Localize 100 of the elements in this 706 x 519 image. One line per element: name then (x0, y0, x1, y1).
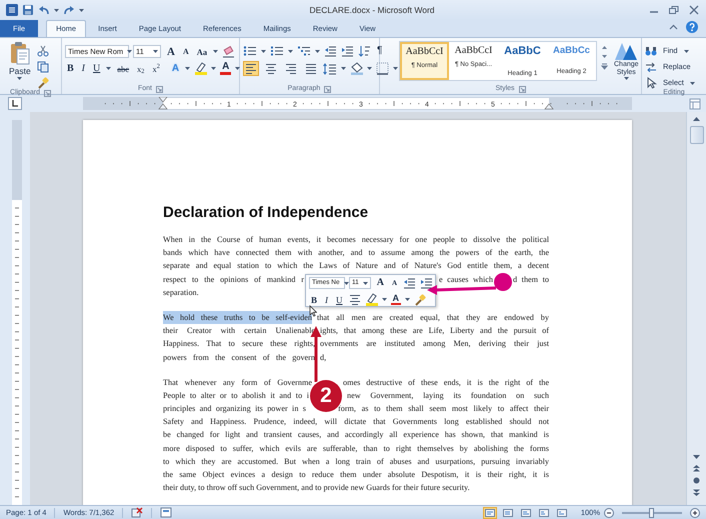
superscript-button[interactable]: x$^{2}$ (150, 62, 162, 74)
caret-icon[interactable] (211, 67, 216, 70)
caret-icon[interactable] (624, 77, 629, 80)
dialog-launcher-icon[interactable] (518, 86, 526, 92)
view-button[interactable] (554, 506, 569, 518)
bullets-icon[interactable] (243, 45, 257, 57)
borders-icon[interactable] (376, 62, 389, 75)
grow-font-button[interactable]: A (165, 46, 177, 58)
restore-icon[interactable] (668, 5, 680, 15)
shrink-font-button[interactable]: A (180, 46, 191, 58)
alignment-button[interactable] (303, 61, 319, 76)
view-button[interactable] (500, 506, 515, 518)
gallery-more-icon[interactable] (601, 63, 608, 70)
macro-recording-icon[interactable] (160, 507, 172, 518)
decrease-indent-icon[interactable] (403, 277, 416, 289)
font-color-button[interactable]: A (220, 62, 232, 75)
subscript-button[interactable]: x$_{2}$ (135, 62, 146, 74)
alignment-button[interactable] (263, 61, 279, 76)
scissors-icon[interactable] (36, 45, 49, 57)
caret-icon[interactable] (213, 50, 218, 53)
caret-icon[interactable] (235, 67, 240, 70)
multilevel-list-icon[interactable] (297, 45, 311, 57)
gallery-up-icon[interactable] (601, 45, 608, 50)
caret-icon[interactable] (17, 77, 22, 80)
next-page-icon[interactable] (692, 489, 701, 497)
indent-marker[interactable] (544, 104, 554, 110)
caret-icon[interactable] (382, 298, 387, 301)
change-case-button[interactable]: Aa (194, 46, 210, 58)
collapse-ribbon-icon[interactable] (669, 24, 678, 30)
caret-icon[interactable] (79, 8, 84, 12)
paint-bucket-icon[interactable] (350, 62, 363, 75)
caret-icon[interactable] (684, 50, 689, 52)
caret-icon[interactable] (405, 298, 410, 301)
zoom-slider-thumb[interactable] (649, 508, 654, 518)
clipboard-icon[interactable] (8, 41, 31, 65)
caret-icon[interactable] (362, 282, 368, 284)
dialog-launcher-icon[interactable] (44, 90, 51, 97)
zoom-in-icon[interactable] (690, 508, 700, 518)
italic-button[interactable]: I (323, 294, 330, 304)
tab-stop-icon[interactable] (8, 97, 22, 110)
brush-icon[interactable] (36, 77, 49, 89)
caret-icon[interactable] (261, 50, 266, 52)
caret-icon[interactable] (185, 67, 190, 70)
redo-icon[interactable] (63, 5, 75, 15)
replace-icon[interactable] (645, 62, 657, 72)
caret-icon[interactable] (690, 82, 695, 84)
grow-font-button[interactable]: A (374, 278, 386, 288)
show-marks-button[interactable]: ¶ (375, 45, 384, 57)
font-color-button[interactable]: A (390, 294, 402, 305)
increase-indent-icon[interactable] (341, 45, 354, 57)
numbering-icon[interactable] (270, 45, 284, 57)
gallery-down-icon[interactable] (601, 54, 608, 59)
caret-icon[interactable] (344, 282, 349, 284)
proofing-book-icon[interactable] (131, 507, 144, 518)
italic-button[interactable]: I (80, 62, 88, 74)
caret-icon[interactable] (127, 50, 132, 53)
underline-button[interactable]: U (91, 62, 102, 74)
help-icon[interactable] (686, 21, 698, 33)
alignment-button[interactable] (283, 61, 299, 76)
caret-icon[interactable] (315, 50, 320, 52)
increase-indent-icon[interactable] (420, 277, 434, 289)
word-logo-icon[interactable] (6, 4, 18, 16)
alignment-button[interactable] (243, 61, 259, 76)
paste-button[interactable]: Paste (7, 65, 33, 77)
view-button[interactable] (482, 506, 497, 518)
caret-icon[interactable] (153, 50, 158, 53)
align-center-icon[interactable] (348, 294, 361, 305)
highlighter-icon[interactable] (194, 62, 208, 75)
highlighter-icon[interactable] (364, 293, 378, 306)
caret-icon[interactable] (106, 67, 112, 70)
dialog-launcher-icon[interactable] (156, 86, 163, 92)
scroll-thumb[interactable] (690, 126, 704, 144)
view-button[interactable] (518, 506, 533, 518)
close-icon[interactable] (688, 5, 700, 15)
bold-button[interactable]: B (309, 294, 320, 304)
zoom-out-icon[interactable] (604, 508, 614, 518)
dialog-launcher-icon[interactable] (324, 86, 332, 92)
caret-icon[interactable] (341, 67, 346, 70)
strikethrough-button[interactable]: abc (115, 62, 132, 74)
scroll-down-icon[interactable] (692, 454, 701, 460)
indent-marker[interactable] (158, 97, 168, 110)
bold-button[interactable]: B (65, 62, 76, 74)
save-icon[interactable] (22, 4, 34, 16)
binoculars-icon[interactable] (645, 46, 657, 56)
cursor-arrow-icon[interactable] (645, 77, 657, 89)
change-styles-icon[interactable] (614, 41, 638, 61)
caret-icon[interactable] (367, 67, 372, 70)
underline-button[interactable]: U (334, 294, 345, 304)
decrease-indent-icon[interactable] (324, 45, 337, 57)
previous-page-icon[interactable] (692, 464, 701, 472)
line-spacing-icon[interactable] (323, 62, 337, 74)
copy-icon[interactable] (36, 61, 49, 73)
sort-icon[interactable] (358, 45, 371, 57)
scroll-up-icon[interactable] (692, 116, 701, 122)
caret-icon[interactable] (288, 50, 293, 52)
brush-icon[interactable] (414, 294, 426, 306)
browse-object-icon[interactable] (692, 476, 701, 485)
caret-icon[interactable] (54, 8, 59, 12)
caret-icon[interactable] (393, 67, 398, 70)
undo-icon[interactable] (38, 5, 50, 15)
